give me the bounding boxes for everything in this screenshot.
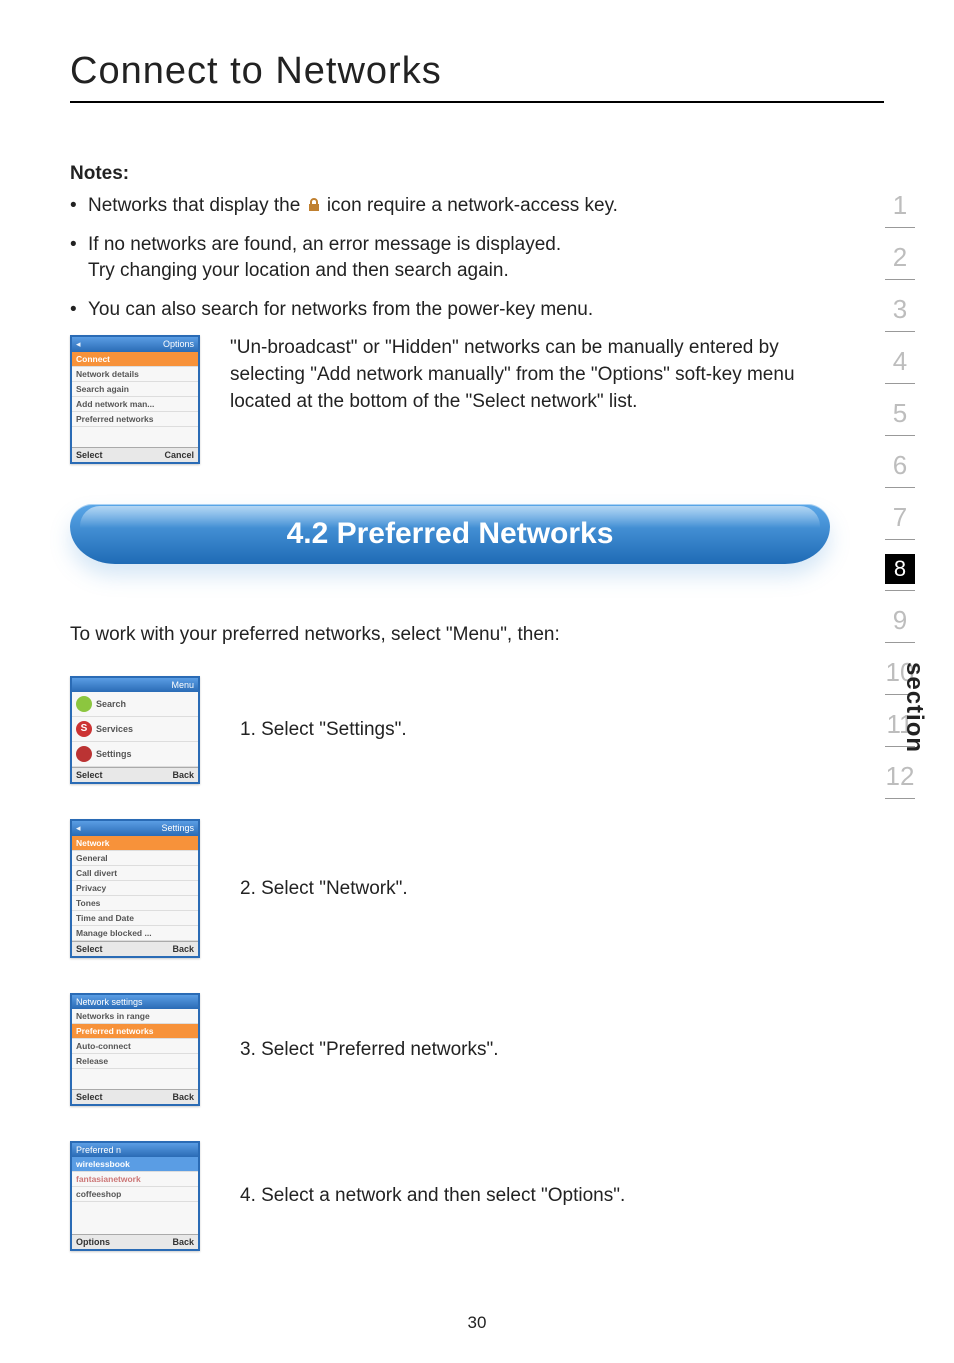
- section-num-5: 5: [878, 398, 922, 429]
- step-2-row: ◂Settings Network General Call divert Pr…: [70, 819, 884, 958]
- section-banner-text: 4.2 Preferred Networks: [287, 517, 614, 551]
- step-4-text: 4. Select a network and then select "Opt…: [240, 1185, 625, 1207]
- thumb-menu: Menu Search SServices Settings Select Bac…: [70, 676, 200, 784]
- section-num-12: 12: [878, 761, 922, 792]
- thumb4-line-2: Auto-connect: [72, 1039, 198, 1054]
- thumb5-line-0: wirelessbook: [72, 1157, 198, 1172]
- step-1-row: Menu Search SServices Settings Select Bac…: [70, 676, 884, 784]
- thumb5-line-2: coffeeshop: [72, 1187, 198, 1202]
- thumb5-line-1: fantasianetwork: [72, 1172, 198, 1187]
- bullet-1-text-b: icon require a network-access key.: [327, 195, 618, 216]
- thumb2-row-0: Search: [72, 692, 198, 717]
- section-num-8-active: 8: [885, 554, 915, 584]
- thumb-network-settings: Network settings Networks in range Prefe…: [70, 993, 200, 1106]
- thumb3-header: Settings: [161, 823, 194, 834]
- thumb3-line-4: Tones: [72, 896, 198, 911]
- thumb-settings: ◂Settings Network General Call divert Pr…: [70, 819, 200, 958]
- hidden-networks-row: ◂ Options Connect Network details Search …: [70, 335, 830, 464]
- lock-icon: [306, 195, 322, 211]
- thumb3-foot-r: Back: [172, 944, 194, 954]
- bullet-1: Networks that display the icon require a…: [70, 193, 790, 220]
- thumb3-line-1: General: [72, 851, 198, 866]
- hidden-networks-text: "Un-broadcast" or "Hidden" networks can …: [230, 335, 830, 415]
- section-num-1: 1: [878, 190, 922, 221]
- bullet-3: You can also search for networks from th…: [70, 297, 790, 324]
- thumb3-foot-l: Select: [76, 944, 103, 954]
- thumb3-line-0: Network: [72, 836, 198, 851]
- thumb-preferred-list: Preferred n wirelessbook fantasianetwork…: [70, 1141, 200, 1251]
- step-2-text: 2. Select "Network".: [240, 878, 408, 900]
- thumb5-foot-l: Options: [76, 1237, 110, 1247]
- step-3-text: 3. Select "Preferred networks".: [240, 1039, 499, 1061]
- page-number: 30: [0, 1313, 954, 1333]
- thumb4-line-0: Networks in range: [72, 1009, 198, 1024]
- thumb5-header: Preferred n: [76, 1145, 121, 1155]
- thumb4-header: Network settings: [76, 997, 143, 1007]
- section-label: section: [900, 662, 928, 753]
- section-num-6: 6: [878, 450, 922, 481]
- thumb2-line-0: Search: [96, 699, 126, 709]
- section-num-7: 7: [878, 502, 922, 533]
- notes-block: Notes: Networks that display the icon re…: [70, 163, 790, 323]
- section-banner-wrap: 4.2 Preferred Networks: [70, 494, 830, 584]
- bullet-1-text-a: Networks that display the: [88, 195, 300, 216]
- thumb2-foot-r: Back: [172, 770, 194, 780]
- thumb5-foot-r: Back: [172, 1237, 194, 1247]
- thumb2-foot-l: Select: [76, 770, 103, 780]
- thumb1-foot-l: Select: [76, 450, 103, 460]
- bullet-2: If no networks are found, an error messa…: [70, 232, 790, 285]
- thumb1-foot-r: Cancel: [164, 450, 194, 460]
- section-num-3: 3: [878, 294, 922, 325]
- thumb1-line-1: Network details: [72, 367, 198, 382]
- thumb2-row-2: Settings: [72, 742, 198, 767]
- section-num-2: 2: [878, 242, 922, 273]
- thumb2-line-2: Settings: [96, 749, 132, 759]
- section-num-4: 4: [878, 346, 922, 377]
- thumb1-header-left: ◂: [76, 339, 81, 350]
- thumb3-line-5: Time and Date: [72, 911, 198, 926]
- thumb1-line-2: Search again: [72, 382, 198, 397]
- thumb-options-menu: ◂ Options Connect Network details Search …: [70, 335, 200, 464]
- thumb4-foot-l: Select: [76, 1092, 103, 1102]
- thumb1-line-3: Add network man...: [72, 397, 198, 412]
- section-banner: 4.2 Preferred Networks: [70, 504, 830, 564]
- step-1-text: 1. Select "Settings".: [240, 719, 407, 741]
- page-title: Connect to Networks: [70, 50, 884, 93]
- thumb2-header: Menu: [171, 680, 194, 690]
- thumb3-line-3: Privacy: [72, 881, 198, 896]
- title-rule: [70, 101, 884, 103]
- thumb1-line-0: Connect: [72, 352, 198, 367]
- section-num-9: 9: [878, 605, 922, 636]
- thumb4-line-1: Preferred networks: [72, 1024, 198, 1039]
- thumb1-line-4: Preferred networks: [72, 412, 198, 427]
- thumb4-line-3: Release: [72, 1054, 198, 1069]
- bullet-2-text-a: If no networks are found, an error messa…: [88, 234, 561, 255]
- thumb3-line-6: Manage blocked ...: [72, 926, 198, 941]
- thumb2-row-1: SServices: [72, 717, 198, 742]
- step-3-row: Network settings Networks in range Prefe…: [70, 993, 884, 1106]
- bullet-2-text-b: Try changing your location and then sear…: [88, 260, 509, 281]
- thumb4-foot-r: Back: [172, 1092, 194, 1102]
- section-nav: 1 2 3 4 5 6 7 8 9 10 11 12 section: [878, 190, 922, 813]
- step-4-row: Preferred n wirelessbook fantasianetwork…: [70, 1141, 884, 1251]
- intro-paragraph: To work with your preferred networks, se…: [70, 624, 884, 646]
- thumb3-line-2: Call divert: [72, 866, 198, 881]
- thumb1-header: Options: [163, 339, 194, 350]
- notes-heading: Notes:: [70, 163, 790, 185]
- thumb2-line-1: Services: [96, 724, 133, 734]
